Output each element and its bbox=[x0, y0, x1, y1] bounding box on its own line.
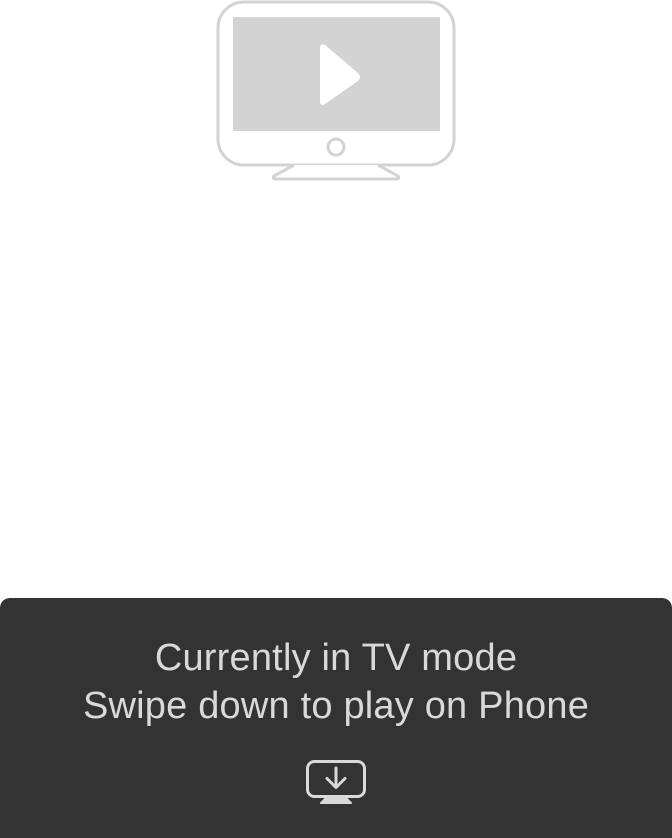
tv-download-icon[interactable] bbox=[305, 759, 367, 807]
tv-play-icon bbox=[216, 0, 456, 182]
tv-mode-screen: Currently in TV mode Swipe down to play … bbox=[0, 0, 672, 838]
mode-hint-text: Swipe down to play on Phone bbox=[82, 685, 590, 727]
tv-mode-panel[interactable]: Currently in TV mode Swipe down to play … bbox=[0, 598, 672, 838]
mode-status-text: Currently in TV mode bbox=[154, 637, 518, 679]
